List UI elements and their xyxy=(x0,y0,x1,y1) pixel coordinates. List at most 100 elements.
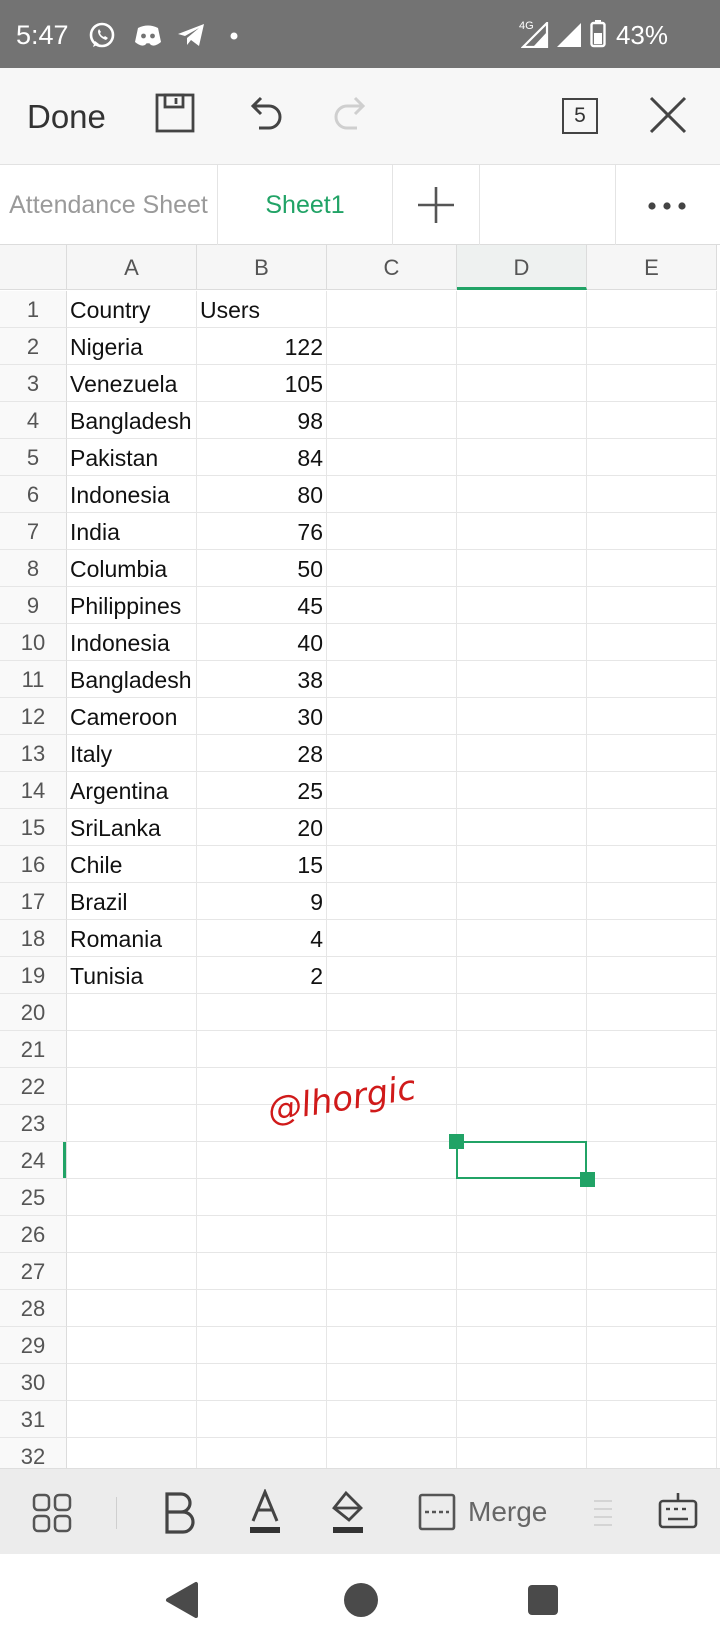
cell-d25[interactable] xyxy=(457,1179,587,1216)
tab-count-icon[interactable]: 5 xyxy=(562,98,598,134)
add-sheet-button[interactable] xyxy=(393,165,480,245)
cell-b29[interactable] xyxy=(197,1327,327,1364)
cell-e7[interactable] xyxy=(587,513,717,550)
cell-b2[interactable]: 122 xyxy=(197,328,327,365)
cell-c10[interactable] xyxy=(327,624,457,661)
row-header[interactable]: 10 xyxy=(0,624,67,661)
row-header[interactable]: 22 xyxy=(0,1068,67,1105)
cell-a8[interactable]: Columbia xyxy=(67,550,197,587)
row-header[interactable]: 31 xyxy=(0,1401,67,1438)
cell-d19[interactable] xyxy=(457,957,587,994)
cell-e30[interactable] xyxy=(587,1364,717,1401)
cell-e4[interactable] xyxy=(587,402,717,439)
cell-b11[interactable]: 38 xyxy=(197,661,327,698)
cell-d14[interactable] xyxy=(457,772,587,809)
cell-b27[interactable] xyxy=(197,1253,327,1290)
cell-d11[interactable] xyxy=(457,661,587,698)
cell-d9[interactable] xyxy=(457,587,587,624)
cell-b30[interactable] xyxy=(197,1364,327,1401)
row-header[interactable]: 20 xyxy=(0,994,67,1031)
row-header[interactable]: 14 xyxy=(0,772,67,809)
cell-e32[interactable] xyxy=(587,1438,717,1468)
column-header-b[interactable]: B xyxy=(197,245,327,290)
cell-e2[interactable] xyxy=(587,328,717,365)
column-header-d[interactable]: D xyxy=(457,245,587,290)
cell-d16[interactable] xyxy=(457,846,587,883)
row-header[interactable]: 1 xyxy=(0,291,67,328)
cell-d5[interactable] xyxy=(457,439,587,476)
cell-a12[interactable]: Cameroon xyxy=(67,698,197,735)
cell-c5[interactable] xyxy=(327,439,457,476)
undo-icon[interactable] xyxy=(243,92,285,134)
cell-e27[interactable] xyxy=(587,1253,717,1290)
cell-e15[interactable] xyxy=(587,809,717,846)
cell-c15[interactable] xyxy=(327,809,457,846)
row-header[interactable]: 23 xyxy=(0,1105,67,1142)
cell-e19[interactable] xyxy=(587,957,717,994)
cell-e1[interactable] xyxy=(587,291,717,328)
cell-e20[interactable] xyxy=(587,994,717,1031)
row-header[interactable]: 13 xyxy=(0,735,67,772)
merge-button[interactable]: Merge xyxy=(468,1496,547,1528)
cell-b18[interactable]: 4 xyxy=(197,920,327,957)
cell-e29[interactable] xyxy=(587,1327,717,1364)
cell-c2[interactable] xyxy=(327,328,457,365)
cell-b9[interactable]: 45 xyxy=(197,587,327,624)
cell-c16[interactable] xyxy=(327,846,457,883)
cell-a14[interactable]: Argentina xyxy=(67,772,197,809)
cell-d4[interactable] xyxy=(457,402,587,439)
cell-b4[interactable]: 98 xyxy=(197,402,327,439)
cell-c11[interactable] xyxy=(327,661,457,698)
cell-a5[interactable]: Pakistan xyxy=(67,439,197,476)
cell-a4[interactable]: Bangladesh xyxy=(67,402,197,439)
cell-b14[interactable]: 25 xyxy=(197,772,327,809)
cell-a3[interactable]: Venezuela xyxy=(67,365,197,402)
cell-d29[interactable] xyxy=(457,1327,587,1364)
cell-c4[interactable] xyxy=(327,402,457,439)
more-button[interactable] xyxy=(616,165,720,245)
cell-a32[interactable] xyxy=(67,1438,197,1468)
cell-d27[interactable] xyxy=(457,1253,587,1290)
cell-a10[interactable]: Indonesia xyxy=(67,624,197,661)
cell-b28[interactable] xyxy=(197,1290,327,1327)
cell-c32[interactable] xyxy=(327,1438,457,1468)
cell-c27[interactable] xyxy=(327,1253,457,1290)
spreadsheet-grid[interactable]: EDCBA 1 Country Users 2 Nigeria 122 3 Venezuela… xyxy=(0,245,720,1468)
cell-e8[interactable] xyxy=(587,550,717,587)
cell-e9[interactable] xyxy=(587,587,717,624)
redo-icon[interactable] xyxy=(331,92,373,134)
cell-a31[interactable] xyxy=(67,1401,197,1438)
cell-e17[interactable] xyxy=(587,883,717,920)
cell-d30[interactable] xyxy=(457,1364,587,1401)
cell-b26[interactable] xyxy=(197,1216,327,1253)
row-header[interactable]: 18 xyxy=(0,920,67,957)
bold-icon[interactable] xyxy=(162,1491,198,1535)
cell-d32[interactable] xyxy=(457,1438,587,1468)
cell-a9[interactable]: Philippines xyxy=(67,587,197,624)
cell-d21[interactable] xyxy=(457,1031,587,1068)
cell-d26[interactable] xyxy=(457,1216,587,1253)
save-icon[interactable] xyxy=(154,92,196,134)
cell-a13[interactable]: Italy xyxy=(67,735,197,772)
cell-c25[interactable] xyxy=(327,1179,457,1216)
cell-c21[interactable] xyxy=(327,1031,457,1068)
cell-b21[interactable] xyxy=(197,1031,327,1068)
cell-b20[interactable] xyxy=(197,994,327,1031)
column-header-e[interactable]: E xyxy=(587,245,717,290)
keyboard-icon[interactable] xyxy=(658,1491,698,1531)
cell-e25[interactable] xyxy=(587,1179,717,1216)
cell-a29[interactable] xyxy=(67,1327,197,1364)
cell-c26[interactable] xyxy=(327,1216,457,1253)
cell-a17[interactable]: Brazil xyxy=(67,883,197,920)
row-header[interactable]: 24 xyxy=(0,1142,67,1179)
row-header[interactable]: 15 xyxy=(0,809,67,846)
cell-b15[interactable]: 20 xyxy=(197,809,327,846)
tab-attendance-sheet[interactable]: Attendance Sheet xyxy=(0,165,218,245)
tab-sheet1[interactable]: Sheet1 xyxy=(218,165,393,245)
cell-a24[interactable] xyxy=(67,1142,197,1179)
cell-b24[interactable] xyxy=(197,1142,327,1179)
cell-c12[interactable] xyxy=(327,698,457,735)
cell-a28[interactable] xyxy=(67,1290,197,1327)
cell-e16[interactable] xyxy=(587,846,717,883)
row-header[interactable]: 21 xyxy=(0,1031,67,1068)
